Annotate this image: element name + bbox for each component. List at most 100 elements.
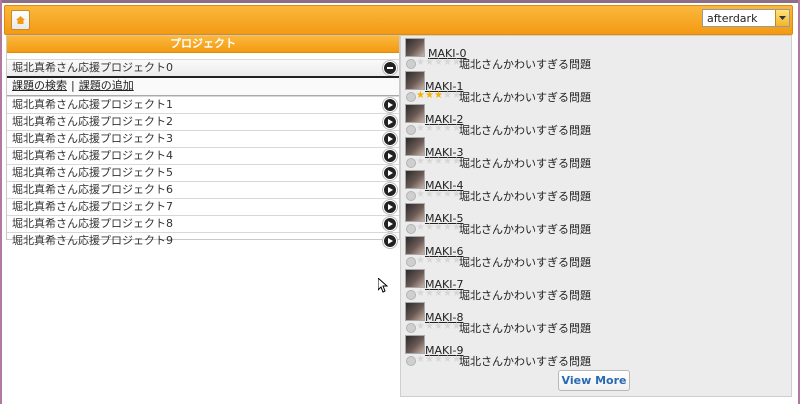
rating[interactable]: ★ ★ ★ ★ ★ <box>406 90 461 102</box>
star-icon[interactable]: ★ <box>443 255 452 267</box>
clear-rating-icon[interactable] <box>406 290 416 300</box>
star-icon[interactable]: ★ <box>425 57 434 69</box>
star-icon[interactable]: ★ <box>416 222 425 234</box>
expand-button[interactable] <box>383 200 397 214</box>
project-row-expanded[interactable]: 堀北真希さん応援プロジェクト0 <box>7 59 399 76</box>
rating[interactable]: ★ ★ ★ ★ ★ <box>406 156 461 168</box>
expand-button[interactable] <box>383 234 397 248</box>
star-icon[interactable]: ★ <box>434 255 443 267</box>
expand-button[interactable] <box>383 149 397 163</box>
star-icon[interactable]: ★ <box>434 57 443 69</box>
star-icon[interactable]: ★ <box>443 156 452 168</box>
star-icon[interactable]: ★ <box>416 288 425 300</box>
star-icon[interactable]: ★ <box>425 288 434 300</box>
star-icon[interactable]: ★ <box>425 222 434 234</box>
collapse-button[interactable] <box>383 61 397 75</box>
star-icon[interactable]: ★ <box>434 90 443 102</box>
star-icon[interactable]: ★ <box>416 189 425 201</box>
home-button[interactable] <box>11 10 30 30</box>
star-icon[interactable]: ★ <box>425 321 434 333</box>
chevron-down-icon <box>779 16 786 20</box>
expand-button[interactable] <box>383 166 397 180</box>
issue-item: MAKI-7 ★ ★ ★ ★ ★ 堀北さんかわいすぎる問題 <box>405 269 785 302</box>
star-icon[interactable]: ★ <box>416 57 425 69</box>
view-more-button[interactable]: View More <box>558 370 630 391</box>
project-row[interactable]: 堀北真希さん応援プロジェクト5 <box>7 164 399 181</box>
star-icon[interactable]: ★ <box>443 189 452 201</box>
star-icon[interactable]: ★ <box>443 123 452 135</box>
issue-item: MAKI-6 ★ ★ ★ ★ ★ 堀北さんかわいすぎる問題 <box>405 236 785 269</box>
rating[interactable]: ★ ★ ★ ★ ★ <box>406 189 461 201</box>
clear-rating-icon[interactable] <box>406 257 416 267</box>
issue-description: 堀北さんかわいすぎる問題 <box>459 91 591 104</box>
star-icon[interactable]: ★ <box>434 288 443 300</box>
star-icon[interactable]: ★ <box>443 57 452 69</box>
rating[interactable]: ★ ★ ★ ★ ★ <box>406 222 461 234</box>
expand-button[interactable] <box>383 183 397 197</box>
issue-description: 堀北さんかわいすぎる問題 <box>459 256 591 269</box>
project-row[interactable]: 堀北真希さん応援プロジェクト1 <box>7 96 399 113</box>
project-row[interactable]: 堀北真希さん応援プロジェクト6 <box>7 181 399 198</box>
project-row[interactable]: 堀北真希さん応援プロジェクト8 <box>7 215 399 232</box>
theme-select-arrow[interactable] <box>775 10 789 26</box>
star-icon[interactable]: ★ <box>416 156 425 168</box>
clear-rating-icon[interactable] <box>406 323 416 333</box>
issue-item: MAKI-3 ★ ★ ★ ★ ★ 堀北さんかわいすぎる問題 <box>405 137 785 170</box>
project-name: 堀北真希さん応援プロジェクト2 <box>12 115 173 128</box>
star-icon[interactable]: ★ <box>425 90 434 102</box>
rating[interactable]: ★ ★ ★ ★ ★ <box>406 288 461 300</box>
expand-button[interactable] <box>383 115 397 129</box>
add-issue-link[interactable]: 課題の追加 <box>79 79 134 92</box>
star-icon[interactable]: ★ <box>425 156 434 168</box>
star-icon[interactable]: ★ <box>416 321 425 333</box>
star-icon[interactable]: ★ <box>443 90 452 102</box>
arrow-right-icon <box>388 187 393 193</box>
project-row[interactable]: 堀北真希さん応援プロジェクト4 <box>7 147 399 164</box>
star-icon[interactable]: ★ <box>425 354 434 366</box>
star-icon[interactable]: ★ <box>434 222 443 234</box>
star-icon[interactable]: ★ <box>416 90 425 102</box>
clear-rating-icon[interactable] <box>406 59 416 69</box>
star-icon[interactable]: ★ <box>434 156 443 168</box>
project-row[interactable]: 堀北真希さん応援プロジェクト2 <box>7 113 399 130</box>
star-icon[interactable]: ★ <box>425 255 434 267</box>
rating[interactable]: ★ ★ ★ ★ ★ <box>406 123 461 135</box>
clear-rating-icon[interactable] <box>406 224 416 234</box>
issue-description: 堀北さんかわいすぎる問題 <box>459 322 591 335</box>
issue-description: 堀北さんかわいすぎる問題 <box>459 190 591 203</box>
star-icon[interactable]: ★ <box>443 321 452 333</box>
project-row[interactable]: 堀北真希さん応援プロジェクト7 <box>7 198 399 215</box>
project-row[interactable]: 堀北真希さん応援プロジェクト3 <box>7 130 399 147</box>
project-panel-header: プロジェクト <box>7 36 399 53</box>
star-icon[interactable]: ★ <box>443 222 452 234</box>
star-icon[interactable]: ★ <box>434 189 443 201</box>
expand-button[interactable] <box>383 217 397 231</box>
expand-button[interactable] <box>383 98 397 112</box>
clear-rating-icon[interactable] <box>406 92 416 102</box>
expand-button[interactable] <box>383 132 397 146</box>
rating[interactable]: ★ ★ ★ ★ ★ <box>406 255 461 267</box>
star-icon[interactable]: ★ <box>434 123 443 135</box>
star-icon[interactable]: ★ <box>434 354 443 366</box>
theme-select[interactable]: afterdark <box>702 9 790 27</box>
star-icon[interactable]: ★ <box>443 288 452 300</box>
arrow-right-icon <box>388 238 393 244</box>
home-icon <box>16 16 25 24</box>
search-issues-link[interactable]: 課題の検索 <box>12 79 67 92</box>
star-icon[interactable]: ★ <box>425 189 434 201</box>
star-icon[interactable]: ★ <box>416 354 425 366</box>
project-row[interactable]: 堀北真希さん応援プロジェクト9 <box>7 232 399 249</box>
clear-rating-icon[interactable] <box>406 125 416 135</box>
star-icon[interactable]: ★ <box>434 321 443 333</box>
star-icon[interactable]: ★ <box>425 123 434 135</box>
clear-rating-icon[interactable] <box>406 191 416 201</box>
star-icon[interactable]: ★ <box>416 255 425 267</box>
clear-rating-icon[interactable] <box>406 158 416 168</box>
rating[interactable]: ★ ★ ★ ★ ★ <box>406 321 461 333</box>
rating[interactable]: ★ ★ ★ ★ ★ <box>406 354 461 366</box>
issue-item: MAKI-8 ★ ★ ★ ★ ★ 堀北さんかわいすぎる問題 <box>405 302 785 335</box>
star-icon[interactable]: ★ <box>443 354 452 366</box>
clear-rating-icon[interactable] <box>406 356 416 366</box>
rating[interactable]: ★ ★ ★ ★ ★ <box>406 57 461 69</box>
star-icon[interactable]: ★ <box>416 123 425 135</box>
